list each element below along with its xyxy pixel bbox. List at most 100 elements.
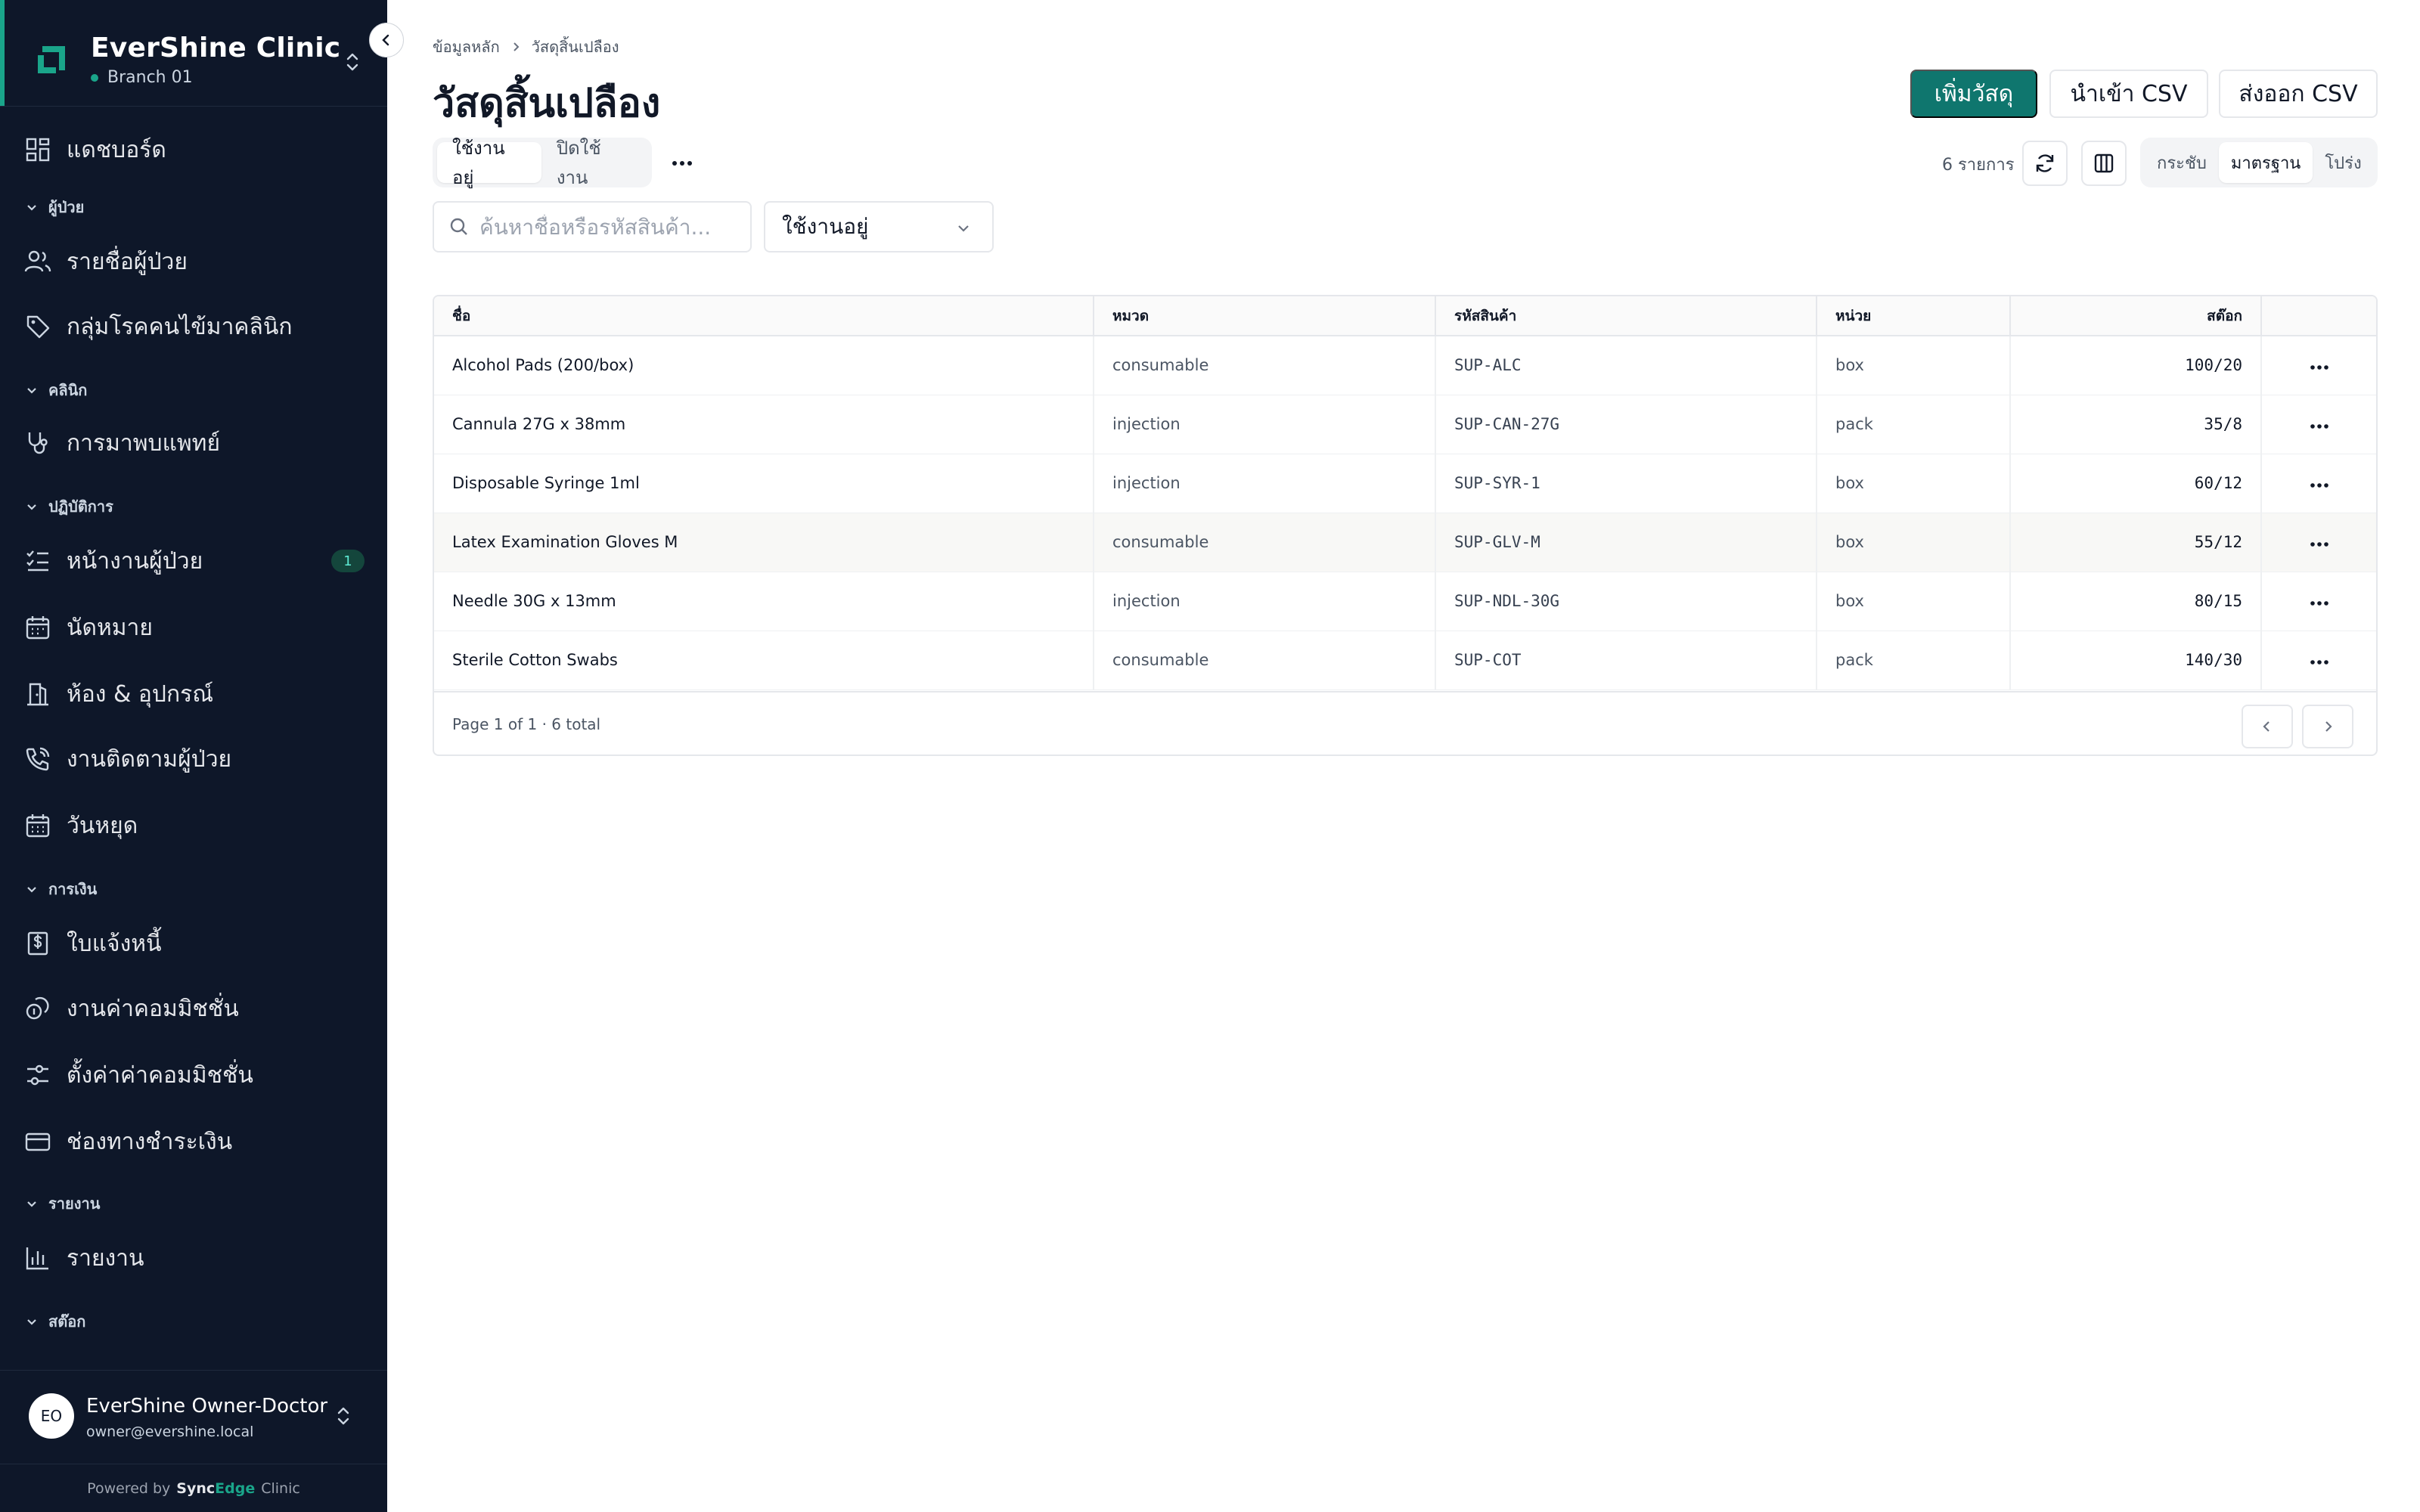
chevron-down-icon (27, 887, 36, 893)
branch-label: Branch 01 (107, 68, 193, 87)
nav-section-label: รายงาน (48, 1194, 101, 1213)
breadcrumb-current: วัสดุสิ้นเปลือง (531, 38, 619, 56)
nav-section-finance[interactable]: การเงิน (24, 875, 97, 903)
column-header-code[interactable]: รหัสสินค้า (1435, 296, 1817, 336)
cell-category: consumable (1094, 513, 1436, 572)
sidebar-item-label: กลุ่มโรคคนไข้มาคลินิก (67, 313, 293, 340)
sidebar-item-dashboard[interactable]: แดชบอร์ด (23, 125, 365, 174)
table-row[interactable]: Cannula 27G x 38mm injection SUP-CAN-27G… (434, 395, 2376, 454)
row-actions-icon[interactable] (2261, 336, 2376, 395)
add-supply-button[interactable]: เพิ่มวัสดุ (1910, 70, 2037, 118)
chevron-down-icon (27, 388, 36, 394)
credit-card-icon (23, 1126, 53, 1157)
powered-brand-sync: Sync (176, 1479, 216, 1497)
density-standard[interactable]: มาตรฐาน (2218, 142, 2313, 183)
sidebar-item-commissions[interactable]: งานค่าคอมมิชชั่น (23, 984, 365, 1033)
breadcrumb-root-link[interactable]: ข้อมูลหลัก (433, 35, 500, 59)
brand-switcher[interactable]: EverShine Clinic Branch 01 (30, 18, 340, 101)
sidebar-item-patient-list[interactable]: รายชื่อผู้ป่วย (23, 237, 365, 286)
sidebar-item-commission-settings[interactable]: ตั้งค่าค่าคอมมิชชั่น (23, 1051, 365, 1099)
page-title: วัสดุสิ้นเปลือง (433, 81, 661, 126)
column-header-category[interactable]: หมวด (1094, 296, 1436, 336)
chevron-down-icon (958, 225, 969, 232)
sidebar-item-holidays[interactable]: วันหยุด (23, 801, 365, 850)
nav-section-patients[interactable]: ผู้ป่วย (24, 194, 84, 221)
cell-name: Alcohol Pads (200/box) (434, 336, 1094, 395)
column-header-unit[interactable]: หน่วย (1817, 296, 2011, 336)
row-actions-icon[interactable] (2261, 631, 2376, 689)
refresh-icon (2036, 154, 2054, 172)
chevron-down-icon (27, 205, 36, 211)
cell-code: SUP-COT (1435, 631, 1817, 689)
previous-page-button[interactable] (2242, 705, 2293, 748)
nav-section-clinic[interactable]: คลินิก (24, 376, 87, 404)
cell-code: SUP-SYR-1 (1435, 454, 1817, 513)
cell-name: Disposable Syringe 1ml (434, 454, 1094, 513)
row-actions-icon[interactable] (2261, 513, 2376, 572)
result-count: 6 รายการ (1942, 156, 2015, 175)
export-csv-button[interactable]: ส่งออก CSV (2219, 70, 2378, 118)
sidebar-item-payment-channels[interactable]: ช่องทางชำระเงิน (23, 1117, 365, 1166)
cell-unit: box (1817, 336, 2011, 395)
column-header-stock[interactable]: สต๊อก (2010, 296, 2262, 336)
more-horizontal-icon[interactable] (667, 148, 697, 178)
table-row[interactable]: Disposable Syringe 1ml injection SUP-SYR… (434, 454, 2376, 513)
sidebar-item-visits[interactable]: การมาพบแพทย์ (23, 419, 365, 467)
chevron-up-down-icon[interactable] (342, 50, 363, 74)
collapse-sidebar-button[interactable] (369, 23, 404, 57)
sidebar-item-label: ช่องทางชำระเงิน (67, 1128, 233, 1155)
nav-section-operations[interactable]: ปฏิบัติการ (24, 493, 113, 520)
density-loose[interactable]: โปร่ง (2313, 142, 2373, 183)
cell-unit: pack (1817, 395, 2011, 454)
chevron-left-icon (382, 34, 389, 46)
status-filter-select[interactable]: ใช้งานอยู่ (764, 201, 994, 253)
sidebar-item-followups[interactable]: งานติดตามผู้ป่วย (23, 735, 365, 783)
sidebar-item-label: วันหยุด (67, 812, 138, 839)
chevron-up-down-icon[interactable] (333, 1404, 354, 1428)
column-header-name[interactable]: ชื่อ (434, 296, 1094, 336)
density-compact[interactable]: กระชับ (2145, 142, 2219, 183)
import-csv-button[interactable]: นำเข้า CSV (2049, 70, 2208, 118)
user-email: owner@evershine.local (86, 1424, 254, 1440)
sliders-icon (23, 1060, 53, 1090)
table-row[interactable]: Needle 30G x 13mm injection SUP-NDL-30G … (434, 572, 2376, 631)
sidebar-item-label: แดชบอร์ด (67, 136, 166, 163)
table-row[interactable]: Alcohol Pads (200/box) consumable SUP-AL… (434, 336, 2376, 395)
sidebar-item-label: ห้อง & อุปกรณ์ (67, 680, 214, 708)
powered-suffix: Clinic (261, 1479, 300, 1497)
search-input[interactable] (479, 214, 737, 240)
status-tabs: ใช้งานอยู่ ปิดใช้งาน (433, 138, 652, 188)
row-actions-icon[interactable] (2261, 454, 2376, 513)
cell-code: SUP-CAN-27G (1435, 395, 1817, 454)
table-row[interactable]: Latex Examination Gloves M consumable SU… (434, 513, 2376, 572)
sidebar-item-invoices[interactable]: ใบแจ้งหนี้ (23, 919, 365, 968)
row-actions-icon[interactable] (2261, 572, 2376, 631)
phone-call-icon (23, 744, 53, 774)
sidebar-item-reports[interactable]: รายงาน (23, 1234, 365, 1282)
sidebar-item-patient-groups[interactable]: กลุ่มโรคคนไข้มาคลินิก (23, 302, 365, 351)
columns-button[interactable] (2081, 141, 2127, 186)
nav-section-reports[interactable]: รายงาน (24, 1190, 100, 1217)
cell-stock: 60/12 (2010, 454, 2262, 513)
search-icon (450, 218, 467, 235)
sidebar-item-rooms[interactable]: ห้อง & อุปกรณ์ (23, 670, 365, 718)
sidebar-item-label: การมาพบแพทย์ (67, 429, 221, 457)
nav-section-label: สต๊อก (48, 1312, 86, 1331)
row-actions-icon[interactable] (2261, 395, 2376, 454)
table-row[interactable]: Sterile Cotton Swabs consumable SUP-COT … (434, 631, 2376, 689)
powered-by: Powered by Sync Edge Clinic (0, 1464, 387, 1512)
cell-name: Cannula 27G x 38mm (434, 395, 1094, 454)
sidebar-item-appointments[interactable]: นัดหมาย (23, 603, 365, 652)
columns-icon (2094, 153, 2114, 173)
refresh-button[interactable] (2022, 141, 2068, 186)
table-pagination: Page 1 of 1 · 6 total (434, 691, 2376, 754)
tab-inactive[interactable]: ปิดใช้งาน (541, 138, 647, 188)
cell-name: Sterile Cotton Swabs (434, 631, 1094, 689)
next-page-button[interactable] (2302, 705, 2353, 748)
tab-active[interactable]: ใช้งานอยู่ (437, 138, 541, 188)
nav-section-stock[interactable]: สต๊อก (24, 1308, 85, 1335)
user-menu[interactable]: EO EverShine Owner-Doctor owner@evershin… (0, 1370, 387, 1464)
branch-status-dot (91, 73, 98, 82)
sidebar-item-patient-tasks[interactable]: หน้างานผู้ป่วย 1 (23, 537, 365, 585)
column-header-actions (2261, 296, 2376, 336)
